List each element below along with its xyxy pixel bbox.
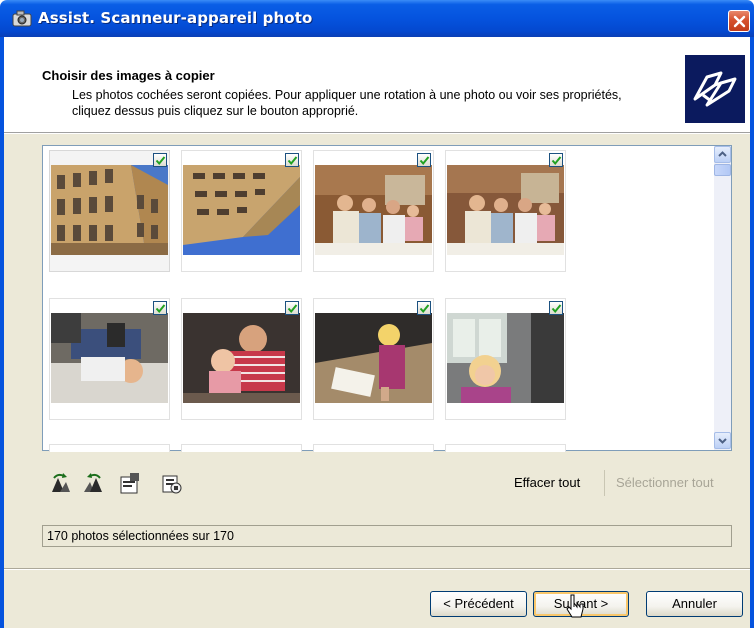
page-description: Les photos cochées seront copiées. Pour … [72,88,622,118]
close-icon [733,15,746,28]
thumbnail-item[interactable] [49,444,170,452]
close-button[interactable] [728,10,750,32]
wizard-logo [685,55,745,123]
wizard-header: Choisir des images à copier Les photos c… [4,37,750,133]
thumbnail-item[interactable] [313,150,434,272]
photo-image [183,313,300,403]
photo-image [447,313,564,403]
rotate-left-icon[interactable] [82,472,106,496]
properties-icon[interactable] [118,472,142,496]
scroll-up-button[interactable] [714,146,731,163]
scroll-thumb[interactable] [714,164,731,176]
chevron-down-icon [718,438,727,444]
back-button[interactable]: < Précédent [430,591,527,617]
cancel-button[interactable]: Annuler [646,591,743,617]
wizard-footer: < Précédent Suivant > Annuler [4,570,750,628]
rotate-right-icon[interactable] [48,472,72,496]
select-checkbox[interactable] [153,301,167,315]
select-checkbox[interactable] [153,153,167,167]
thumbnail-item[interactable] [313,444,434,452]
checkmark-icon [287,156,298,166]
checkmark-icon [419,156,430,166]
select-all-link[interactable]: Sélectionner tout [616,475,714,490]
thumbnail-item[interactable] [445,150,566,272]
details-icon[interactable] [160,472,184,496]
scroll-down-button[interactable] [714,432,731,449]
vertical-scrollbar[interactable] [714,146,731,450]
checkmark-icon [551,156,562,166]
thumbnail-item[interactable] [49,298,170,420]
thumbnail-list[interactable] [42,145,732,452]
window-title: Assist. Scanneur-appareil photo [38,9,313,27]
status-bar: 170 photos sélectionnées sur 170 [42,525,732,547]
separator [604,470,605,496]
checkmark-icon [155,156,166,166]
title-bar: Assist. Scanneur-appareil photo [0,0,754,37]
select-checkbox[interactable] [549,301,563,315]
window-frame-right [750,37,754,628]
select-checkbox[interactable] [549,153,563,167]
thumbnail-item[interactable] [181,150,302,272]
photo-image [51,313,168,403]
thumbnail-item[interactable] [181,444,302,452]
select-checkbox[interactable] [417,301,431,315]
hand-cursor-icon [566,594,584,618]
checkmark-icon [419,304,430,314]
checkmark-icon [155,304,166,314]
thumbnail-item[interactable] [181,298,302,420]
checkmark-icon [551,304,562,314]
selection-count-text: 170 photos sélectionnées sur 170 [47,529,234,543]
photo-image [51,165,168,255]
select-checkbox[interactable] [417,153,431,167]
page-title: Choisir des images à copier [42,68,215,83]
clear-all-link[interactable]: Effacer tout [514,475,580,490]
select-checkbox[interactable] [285,153,299,167]
thumbnail-item[interactable] [445,298,566,420]
thumbnail-item[interactable] [445,444,566,452]
photo-image [447,165,564,255]
photo-image [315,313,432,403]
thumbnail-item[interactable] [49,150,170,272]
scanner-camera-logo-icon [693,71,737,107]
chevron-up-icon [718,151,727,157]
photo-image [315,165,432,255]
camera-icon [12,10,32,27]
thumbnail-item[interactable] [313,298,434,420]
photo-image [183,165,300,255]
content-area: Effacer tout Sélectionner tout 170 photo… [4,134,750,568]
checkmark-icon [287,304,298,314]
select-checkbox[interactable] [285,301,299,315]
